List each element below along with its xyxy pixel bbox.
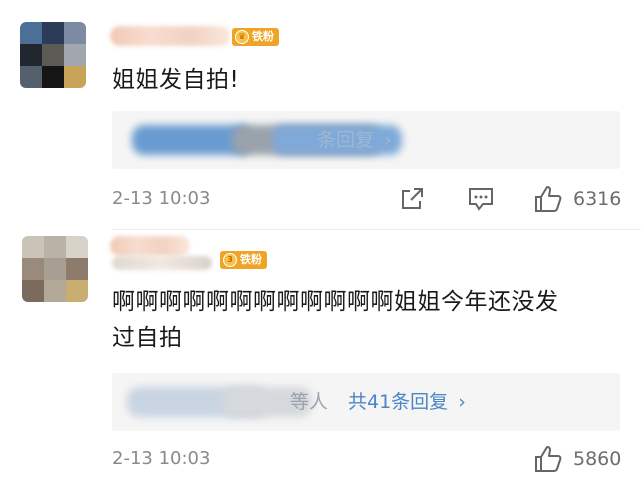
fan-badge: ♛ 铁粉	[232, 28, 279, 46]
chevron-right-icon: ›	[458, 391, 466, 413]
comment-item: ♛ 铁粉 姐姐发自拍! 条回复 › 2-13 10:03 6316	[0, 0, 641, 230]
username-blurred[interactable]	[110, 236, 190, 256]
view-replies-link[interactable]: 共41条回复 ›	[348, 373, 466, 431]
crown-icon: 3	[223, 253, 237, 267]
timestamp-label: 2-13 10:03	[112, 188, 211, 209]
like-count-label: 5860	[573, 448, 622, 470]
comment-text-line: 啊啊啊啊啊啊啊啊啊啊啊啊姐姐今年还没发	[112, 289, 559, 315]
reply-preview-box[interactable]: 等人 共41条回复 ›	[112, 373, 620, 431]
comment-text: 姐姐发自拍!	[112, 62, 239, 98]
username-blurred[interactable]	[110, 26, 230, 46]
comment-text-line: 姐姐发自拍!	[112, 67, 240, 93]
comment-timestamp: 2-13 10:03	[112, 188, 210, 209]
view-replies-link[interactable]: 条回复 ›	[317, 111, 392, 169]
reply-partial-label: 等人	[290, 391, 329, 413]
avatar[interactable]	[22, 236, 88, 302]
badge-label: 铁粉	[240, 253, 262, 266]
comment-text: 啊啊啊啊啊啊啊啊啊啊啊啊姐姐今年还没发 过自拍	[112, 284, 559, 356]
username-blurred[interactable]	[112, 256, 212, 270]
comment-text-line: 过自拍	[112, 325, 183, 351]
timestamp-label: 2-13 10:03	[112, 448, 211, 469]
like-button[interactable]	[533, 184, 563, 214]
view-replies-label: 共41条回复	[348, 391, 449, 413]
view-replies-label: 条回复	[317, 129, 375, 151]
reply-partial-text: 等人	[290, 373, 328, 431]
like-count-label: 6316	[573, 188, 622, 210]
comment-item: 3 铁粉 啊啊啊啊啊啊啊啊啊啊啊啊姐姐今年还没发 过自拍 等人 共41条回复 › …	[0, 230, 641, 472]
comment-timestamp: 2-13 10:03	[112, 448, 210, 469]
share-button[interactable]	[399, 186, 425, 212]
fan-badge: 3 铁粉	[220, 251, 267, 269]
chevron-right-icon: ›	[384, 129, 392, 151]
comment-button[interactable]	[467, 186, 495, 212]
thumbs-up-icon	[535, 186, 562, 212]
like-count: 5860	[573, 448, 621, 470]
comment-icon	[469, 188, 493, 211]
share-icon	[402, 188, 423, 209]
like-button[interactable]	[533, 444, 563, 474]
like-count: 6316	[573, 188, 621, 210]
reply-preview-box[interactable]: 条回复 ›	[112, 111, 620, 169]
crown-icon: ♛	[235, 30, 249, 44]
avatar[interactable]	[20, 22, 86, 88]
badge-label: 铁粉	[252, 30, 274, 43]
thumbs-up-icon	[535, 446, 562, 472]
